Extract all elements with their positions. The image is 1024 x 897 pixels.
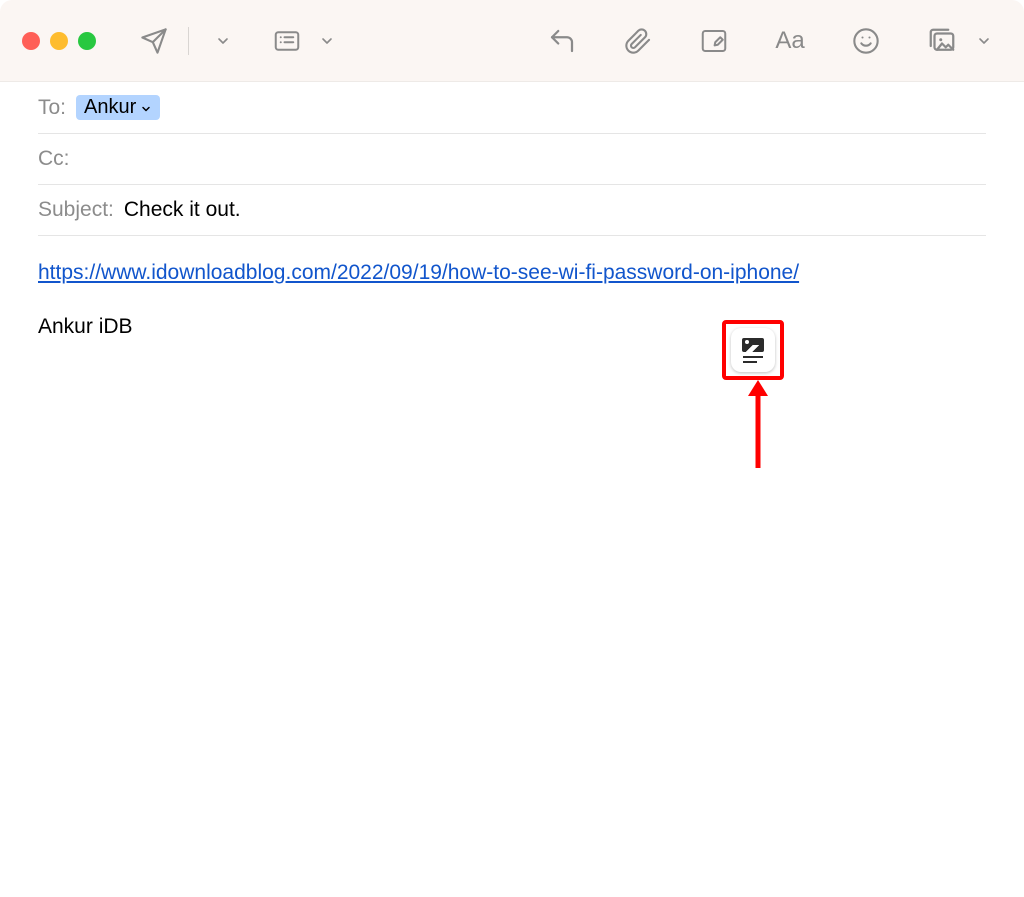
attach-button[interactable] — [620, 23, 656, 59]
header-fields-dropdown[interactable] — [309, 23, 345, 59]
header-fields-button[interactable] — [269, 23, 305, 59]
text-lines-icon — [743, 356, 763, 363]
to-label: To: — [38, 96, 66, 120]
reply-button[interactable] — [544, 23, 580, 59]
chevron-down-icon — [140, 103, 152, 115]
toolbar-separator — [188, 27, 189, 55]
header-fields: To: Ankur Cc: Subject: Check it out. — [0, 82, 1024, 236]
link-preview-toggle-button[interactable] — [731, 328, 775, 372]
emoji-button[interactable] — [848, 23, 884, 59]
annotation-arrow — [748, 380, 768, 475]
cc-field-row[interactable]: Cc: — [38, 134, 986, 185]
photo-browser-dropdown[interactable] — [966, 23, 1002, 59]
cc-label: Cc: — [38, 147, 70, 171]
minimize-window-button[interactable] — [50, 32, 68, 50]
toolbar: Aa — [0, 0, 1024, 82]
recipient-name: Ankur — [84, 96, 136, 119]
send-options-dropdown[interactable] — [205, 23, 241, 59]
format-icon: Aa — [775, 27, 804, 55]
image-preview-icon — [742, 338, 764, 352]
link-preview-highlight — [722, 320, 784, 380]
subject-label: Subject: — [38, 198, 114, 222]
compose-window: Aa To: Ankur Cc: Subject: — [0, 0, 1024, 897]
message-body[interactable]: https://www.idownloadblog.com/2022/09/19… — [0, 236, 1024, 363]
content-area: To: Ankur Cc: Subject: Check it out. htt… — [0, 82, 1024, 897]
photo-browser-button[interactable] — [924, 23, 960, 59]
markup-button[interactable] — [696, 23, 732, 59]
format-button[interactable]: Aa — [772, 23, 808, 59]
body-link[interactable]: https://www.idownloadblog.com/2022/09/19… — [38, 261, 799, 284]
subject-value: Check it out. — [124, 198, 241, 222]
recipient-chip[interactable]: Ankur — [76, 95, 160, 120]
signature: Ankur iDB — [38, 310, 986, 344]
window-controls — [22, 32, 96, 50]
close-window-button[interactable] — [22, 32, 40, 50]
send-button[interactable] — [136, 23, 172, 59]
maximize-window-button[interactable] — [78, 32, 96, 50]
to-field-row[interactable]: To: Ankur — [38, 82, 986, 134]
subject-field-row[interactable]: Subject: Check it out. — [38, 185, 986, 236]
